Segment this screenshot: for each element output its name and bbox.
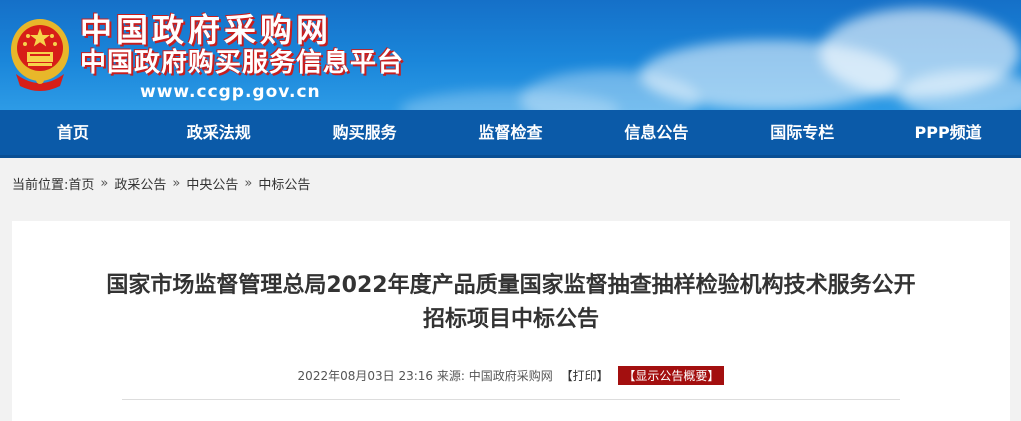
breadcrumb-link-announcements[interactable]: 政采公告 [114, 174, 166, 193]
national-emblem-icon[interactable] [8, 14, 72, 92]
main-nav: 首页 政采法规 购买服务 监督检查 信息公告 国际专栏 PPP频道 [0, 110, 1021, 158]
article-title: 国家市场监督管理总局2022年度产品质量国家监督抽查抽样检验机构技术服务公开 招… [12, 269, 1010, 337]
show-summary-button[interactable]: 【显示公告概要】 [618, 366, 725, 385]
print-button[interactable]: 【打印】 [561, 369, 609, 383]
breadcrumb-separator: » [172, 175, 181, 191]
breadcrumb-prefix: 当前位置: [12, 177, 69, 193]
source-label: 来源: [436, 369, 465, 383]
site-subtitle: 中国政府购买服务信息平台 [80, 48, 405, 78]
article-meta: 2022年08月03日 23:16 来源: 中国政府采购网 【打印】 【显示公告… [12, 366, 1010, 385]
nav-item-announcements[interactable]: 信息公告 [583, 109, 729, 157]
site-title: 中国政府采购网 [80, 11, 333, 49]
breadcrumb-link-central[interactable]: 中央公告 [186, 174, 238, 193]
breadcrumb: 当前位置: 首页 » 政采公告 » 中央公告 » 中标公告 [0, 158, 1021, 208]
site-url[interactable]: www.ccgp.gov.cn [140, 82, 321, 102]
article-card: 国家市场监督管理总局2022年度产品质量国家监督抽查抽样检验机构技术服务公开 招… [12, 221, 1010, 421]
nav-item-regulations[interactable]: 政采法规 [146, 109, 292, 157]
site-banner: 中国政府采购网 中国政府购买服务信息平台 www.ccgp.gov.cn [0, 0, 1021, 110]
article-title-line-1: 国家市场监督管理总局2022年度产品质量国家监督抽查抽样检验机构技术服务公开 [106, 273, 916, 298]
breadcrumb-separator: » [244, 175, 253, 191]
nav-item-purchase-services[interactable]: 购买服务 [292, 109, 438, 157]
article-title-line-2: 招标项目中标公告 [422, 307, 599, 332]
breadcrumb-link-home[interactable]: 首页 [68, 174, 94, 193]
breadcrumb-separator: » [100, 175, 109, 191]
nav-item-international[interactable]: 国际专栏 [729, 109, 875, 157]
breadcrumb-link-award[interactable]: 中标公告 [258, 174, 310, 193]
nav-item-home[interactable]: 首页 [0, 109, 146, 157]
divider [122, 399, 900, 400]
source-name: 中国政府采购网 [468, 369, 553, 383]
nav-item-ppp[interactable]: PPP频道 [875, 109, 1021, 157]
nav-item-supervision[interactable]: 监督检查 [438, 109, 584, 157]
publish-date: 2022年08月03日 23:16 [297, 369, 434, 383]
